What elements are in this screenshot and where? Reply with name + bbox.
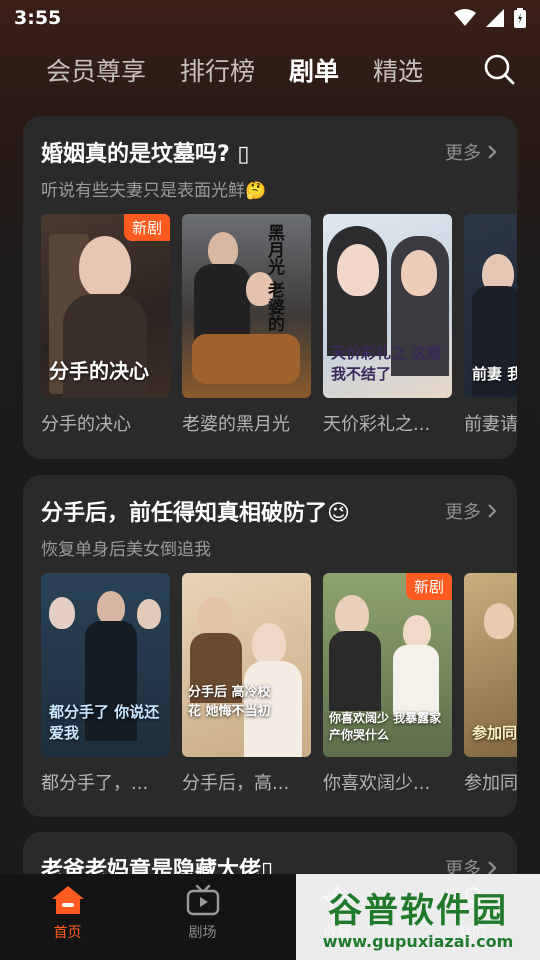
- drama-title: 都分手了，...: [41, 773, 149, 794]
- poster-row: 都分手了 你说还爱我 都分手了，... 分手后 高冷校花 她悔不当初 分手后，高…: [41, 573, 517, 803]
- playlist-title: 分手后，前任得知真相破防了😉: [41, 501, 350, 526]
- search-icon[interactable]: [482, 52, 516, 86]
- signal-icon: [486, 9, 504, 27]
- new-badge: 新剧: [123, 214, 170, 241]
- drama-title: 你喜欢阔少...: [323, 773, 431, 794]
- poster-caption: 参加同 我惊: [472, 724, 517, 742]
- poster-caption: 前妻 我已经: [472, 365, 517, 383]
- tab-member[interactable]: 会员尊享: [46, 52, 146, 88]
- drama-title: 分手的决心: [41, 414, 131, 435]
- tab-featured[interactable]: 精选: [373, 52, 423, 88]
- tv-icon: [186, 884, 219, 916]
- playlist-card[interactable]: 分手后，前任得知真相破防了😉 恢复单身后美女倒追我 更多 都分手了 你说还爱我 …: [23, 475, 517, 817]
- tab-ranking[interactable]: 排行榜: [180, 52, 255, 88]
- poster-caption: 黑月光 老婆的: [264, 224, 284, 332]
- tab-playlist[interactable]: 剧单: [289, 52, 339, 88]
- drama-poster: 新剧 你喜欢阔少 我暴露家产你哭什么: [323, 573, 452, 757]
- watermark-url: www.gupuxiazai.com: [322, 932, 514, 951]
- status-time: 3:55: [14, 7, 62, 29]
- nav-label: 首页: [53, 925, 82, 941]
- drama-title: 分手后，高...: [182, 773, 290, 794]
- drama-title: 前妻请: [464, 414, 517, 435]
- drama-poster: 新剧 分手的决心: [41, 214, 170, 398]
- drama-title: 老婆的黑月光: [182, 414, 290, 435]
- poster-caption: 天价彩礼之 这婚我不结了: [331, 344, 442, 383]
- nav-theater[interactable]: 剧场: [135, 874, 270, 960]
- drama-item[interactable]: 黑月光 老婆的 老婆的黑月光: [182, 214, 311, 436]
- status-icons: [454, 8, 526, 28]
- nav-label: 剧场: [188, 925, 217, 941]
- drama-item[interactable]: 新剧 你喜欢阔少 我暴露家产你哭什么 你喜欢阔少...: [323, 573, 452, 795]
- nav-home[interactable]: 首页: [0, 874, 135, 960]
- playlist-card[interactable]: 婚姻真的是坟墓吗? ▯ 听说有些夫妻只是表面光鲜🤔 更多 新剧 分手的决心 分手…: [23, 116, 517, 459]
- poster-row: 新剧 分手的决心 分手的决心 黑月光 老婆的 老婆的黑月光 天价彩礼之 这婚我不…: [41, 214, 517, 444]
- poster-caption: 分手的决心: [49, 359, 149, 383]
- drama-item[interactable]: 前妻 我已经 前妻请: [464, 214, 517, 436]
- drama-poster: 都分手了 你说还爱我: [41, 573, 170, 757]
- drama-poster: 分手后 高冷校花 她悔不当初: [182, 573, 311, 757]
- drama-poster: 黑月光 老婆的: [182, 214, 311, 398]
- battery-icon: [514, 8, 526, 28]
- drama-item[interactable]: 参加同 我惊 参加同: [464, 573, 517, 795]
- more-button[interactable]: 更多: [445, 498, 497, 524]
- new-badge: 新剧: [405, 573, 452, 600]
- drama-item[interactable]: 新剧 分手的决心 分手的决心: [41, 214, 170, 436]
- status-bar: 3:55: [0, 0, 540, 36]
- playlist-subtitle: 恢复单身后美女倒追我: [41, 540, 211, 560]
- poster-caption: 分手后 高冷校花 她悔不当初: [188, 685, 271, 719]
- home-icon: [51, 886, 84, 914]
- playlist-subtitle: 听说有些夫妻只是表面光鲜🤔: [41, 181, 267, 201]
- drama-item[interactable]: 分手后 高冷校花 她悔不当初 分手后，高...: [182, 573, 311, 795]
- drama-title: 参加同: [464, 773, 517, 794]
- drama-item[interactable]: 天价彩礼之 这婚我不结了 天价彩礼之...: [323, 214, 452, 436]
- watermark-title: 谷普软件园: [328, 891, 508, 931]
- chevron-right-icon: [488, 145, 497, 159]
- drama-poster: 天价彩礼之 这婚我不结了: [323, 214, 452, 398]
- drama-title: 天价彩礼之...: [323, 414, 431, 435]
- top-nav: 会员尊享 排行榜 剧单 精选: [0, 44, 540, 96]
- more-label: 更多: [445, 143, 481, 164]
- drama-item[interactable]: 都分手了 你说还爱我 都分手了，...: [41, 573, 170, 795]
- more-button[interactable]: 更多: [445, 139, 497, 165]
- drama-poster: 前妻 我已经: [464, 214, 517, 398]
- watermark-logo: 谷普软件园 www.gupuxiazai.com: [296, 874, 540, 960]
- playlist-title: 婚姻真的是坟墓吗? ▯: [41, 142, 250, 167]
- drama-poster: 参加同 我惊: [464, 573, 517, 757]
- poster-caption: 都分手了 你说还爱我: [49, 703, 160, 742]
- poster-caption: 你喜欢阔少 我暴露家产你哭什么: [329, 711, 442, 742]
- wifi-icon: [454, 9, 476, 26]
- more-label: 更多: [445, 502, 481, 523]
- chevron-right-icon: [488, 504, 497, 518]
